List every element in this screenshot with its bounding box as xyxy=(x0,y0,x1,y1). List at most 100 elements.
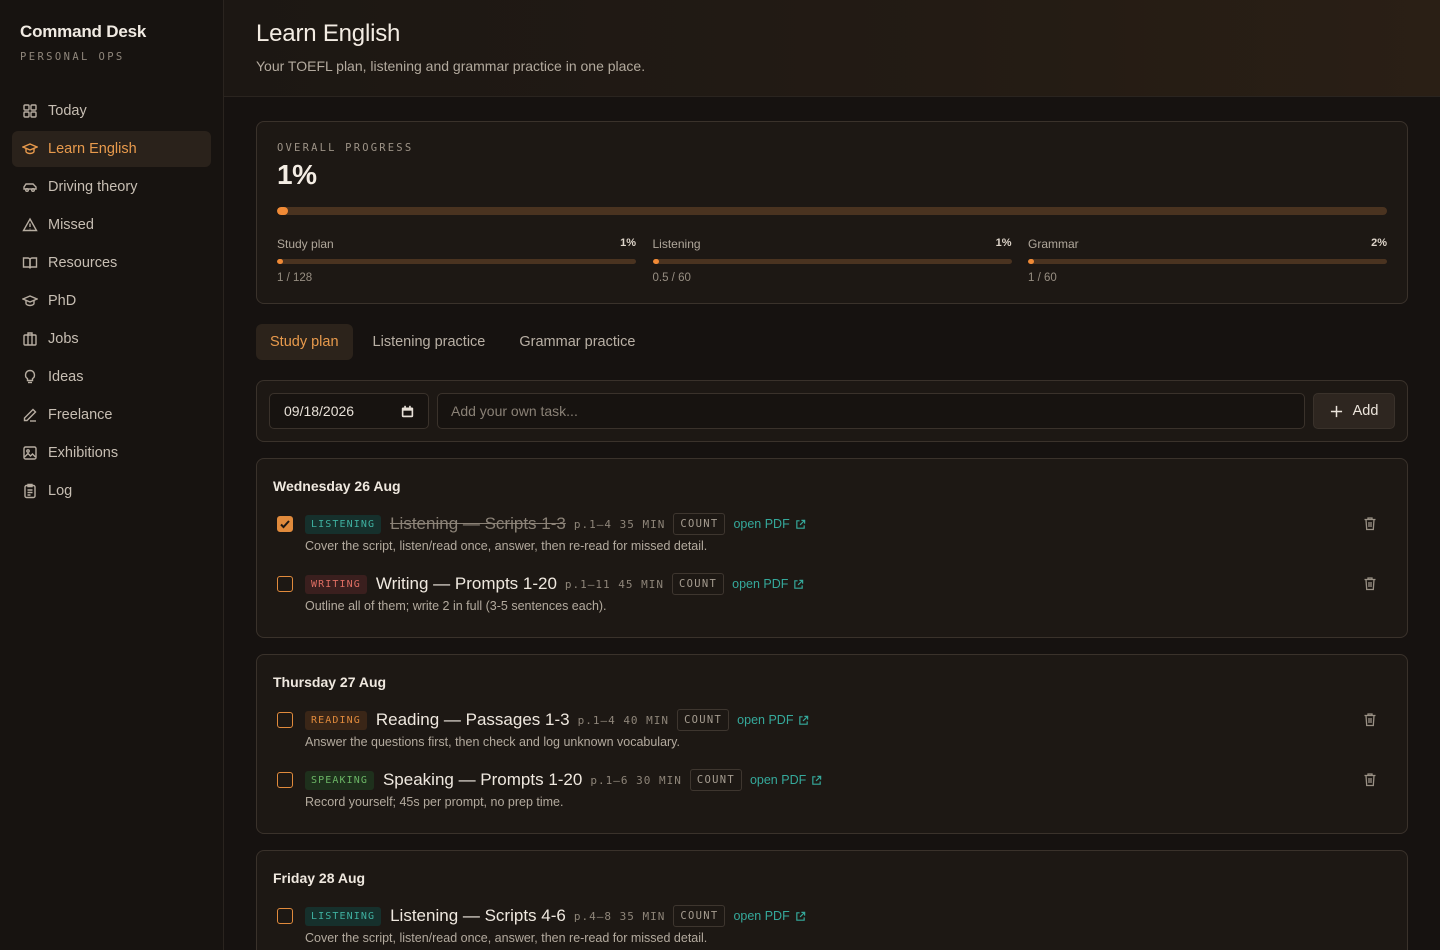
warning-triangle-icon xyxy=(22,217,38,232)
task-meta: p.4–8 35 MIN xyxy=(573,909,666,923)
listening-progress: Listening 1% 0.5 / 60 xyxy=(652,237,1012,284)
trash-icon[interactable] xyxy=(1363,772,1377,787)
sidebar-item-resources[interactable]: Resources xyxy=(12,245,211,281)
task-input[interactable] xyxy=(437,393,1305,429)
brand-subtitle: PERSONAL OPS xyxy=(20,51,125,63)
plus-icon xyxy=(1330,405,1342,417)
open-pdf-label: open PDF xyxy=(737,713,794,727)
open-pdf-label: open PDF xyxy=(733,909,790,923)
sub-progress-fill xyxy=(652,259,659,264)
sidebar-item-label: Missed xyxy=(48,217,94,233)
task-item: READING Reading — Passages 1-3 p.1–4 40 … xyxy=(273,709,1391,752)
sidebar-item-jobs[interactable]: Jobs xyxy=(12,321,211,357)
overall-progress-bar xyxy=(277,207,1387,215)
task-meta: p.1–4 40 MIN xyxy=(577,713,670,727)
trash-icon[interactable] xyxy=(1363,516,1377,531)
sub-progress-percent: 2% xyxy=(1371,237,1387,249)
sidebar-item-label: Log xyxy=(48,483,73,499)
day-card: Wednesday 26 Aug LISTENING Listening — S… xyxy=(256,458,1408,638)
study-plan-progress: Study plan 1% 1 / 128 xyxy=(277,237,636,284)
task-checkbox[interactable] xyxy=(277,516,293,532)
grid-icon xyxy=(23,104,37,118)
open-pdf-link[interactable]: open PDF xyxy=(733,517,805,531)
open-pdf-label: open PDF xyxy=(732,577,789,591)
sidebar-item-exhibitions[interactable]: Exhibitions xyxy=(12,435,211,471)
task-line: READING Reading — Passages 1-3 p.1–4 40 … xyxy=(305,708,809,732)
book-open-icon xyxy=(22,257,38,269)
tab-study-plan[interactable]: Study plan xyxy=(256,324,353,360)
task-item: SPEAKING Speaking — Prompts 1-20 p.1–6 3… xyxy=(273,769,1391,812)
task-description: Cover the script, listen/read once, answ… xyxy=(305,931,708,945)
sidebar-item-label: Learn English xyxy=(48,141,137,157)
open-pdf-link[interactable]: open PDF xyxy=(737,713,809,727)
sidebar-item-label: Jobs xyxy=(48,331,79,347)
brand-title: Command Desk xyxy=(20,22,147,41)
task-checkbox[interactable] xyxy=(277,772,293,788)
sidebar-item-phd[interactable]: PhD xyxy=(12,283,211,319)
task-line: LISTENING Listening — Scripts 1-3 p.1–4 … xyxy=(305,512,806,536)
open-pdf-link[interactable]: open PDF xyxy=(750,773,822,787)
sub-progress-bar xyxy=(652,259,1012,264)
task-description: Record yourself; 45s per prompt, no prep… xyxy=(305,795,564,809)
count-button[interactable]: COUNT xyxy=(689,769,742,791)
count-button[interactable]: COUNT xyxy=(672,573,725,595)
tab-grammar-practice[interactable]: Grammar practice xyxy=(505,324,649,360)
task-category-tag: READING xyxy=(305,710,367,730)
open-pdf-link[interactable]: open PDF xyxy=(732,577,804,591)
day-title: Friday 28 Aug xyxy=(273,870,366,886)
count-button[interactable]: COUNT xyxy=(673,905,726,927)
open-pdf-link[interactable]: open PDF xyxy=(733,909,805,923)
sidebar-item-label: Resources xyxy=(48,255,118,271)
task-title: Listening — Scripts 1-3 xyxy=(390,514,566,533)
sidebar-item-today[interactable]: Today xyxy=(12,93,211,129)
sidebar-item-label: PhD xyxy=(48,293,77,309)
task-category-tag: SPEAKING xyxy=(305,770,374,790)
sidebar-item-log[interactable]: Log xyxy=(12,473,211,509)
clipboard-icon xyxy=(24,483,36,499)
task-checkbox[interactable] xyxy=(277,712,293,728)
sub-progress-count: 1 / 128 xyxy=(277,272,313,284)
sub-progress-name: Listening xyxy=(652,237,701,251)
trash-icon[interactable] xyxy=(1363,576,1377,591)
sidebar-item-ideas[interactable]: Ideas xyxy=(12,359,211,395)
sidebar-item-label: Exhibitions xyxy=(48,445,119,461)
trash-icon[interactable] xyxy=(1363,712,1377,727)
page-header: Learn English Your TOEFL plan, listening… xyxy=(224,0,1440,97)
add-button-label: Add xyxy=(1352,403,1379,419)
add-task-button[interactable]: Add xyxy=(1313,393,1395,429)
external-link-icon xyxy=(812,775,822,785)
graduation-cap-icon xyxy=(22,295,38,307)
checkmark-icon xyxy=(280,520,290,529)
sub-progress-name: Study plan xyxy=(277,237,334,251)
sidebar-item-driving-theory[interactable]: Driving theory xyxy=(12,169,211,205)
calendar-icon[interactable] xyxy=(401,405,414,418)
task-checkbox[interactable] xyxy=(277,908,293,924)
count-button[interactable]: COUNT xyxy=(677,709,730,731)
day-card: Thursday 27 Aug READING Reading — Passag… xyxy=(256,654,1408,834)
task-item: LISTENING Listening — Scripts 1-3 p.1–4 … xyxy=(273,513,1391,556)
sidebar-item-missed[interactable]: Missed xyxy=(12,207,211,243)
tab-listening-practice[interactable]: Listening practice xyxy=(359,324,500,360)
pen-icon xyxy=(23,408,37,422)
sidebar-item-freelance[interactable]: Freelance xyxy=(12,397,211,433)
date-input[interactable]: 09/18/2026 xyxy=(269,393,429,429)
sidebar-item-label: Today xyxy=(48,103,87,119)
external-link-icon xyxy=(795,519,805,529)
sidebar-item-label: Driving theory xyxy=(48,179,138,195)
sub-progress-fill xyxy=(1028,259,1035,264)
sub-progress-bar xyxy=(1028,259,1387,264)
sub-progress-count: 1 / 60 xyxy=(1028,272,1057,284)
task-checkbox[interactable] xyxy=(277,576,293,592)
task-title: Writing — Prompts 1-20 xyxy=(375,574,557,593)
task-meta: p.1–11 45 MIN xyxy=(564,577,665,591)
day-title: Thursday 27 Aug xyxy=(273,674,387,690)
task-category-tag: LISTENING xyxy=(305,514,382,534)
add-task-form: 09/18/2026 Add xyxy=(256,380,1408,442)
sidebar-nav: Today Learn English Driving theory Misse… xyxy=(12,93,211,511)
image-icon xyxy=(23,446,37,460)
count-button[interactable]: COUNT xyxy=(673,513,726,535)
tab-bar: Study plan Listening practice Grammar pr… xyxy=(256,324,655,360)
sub-progress-bar xyxy=(277,259,636,264)
overall-progress-label: OVERALL PROGRESS xyxy=(277,142,414,154)
sidebar-item-learn-english[interactable]: Learn English xyxy=(12,131,211,167)
